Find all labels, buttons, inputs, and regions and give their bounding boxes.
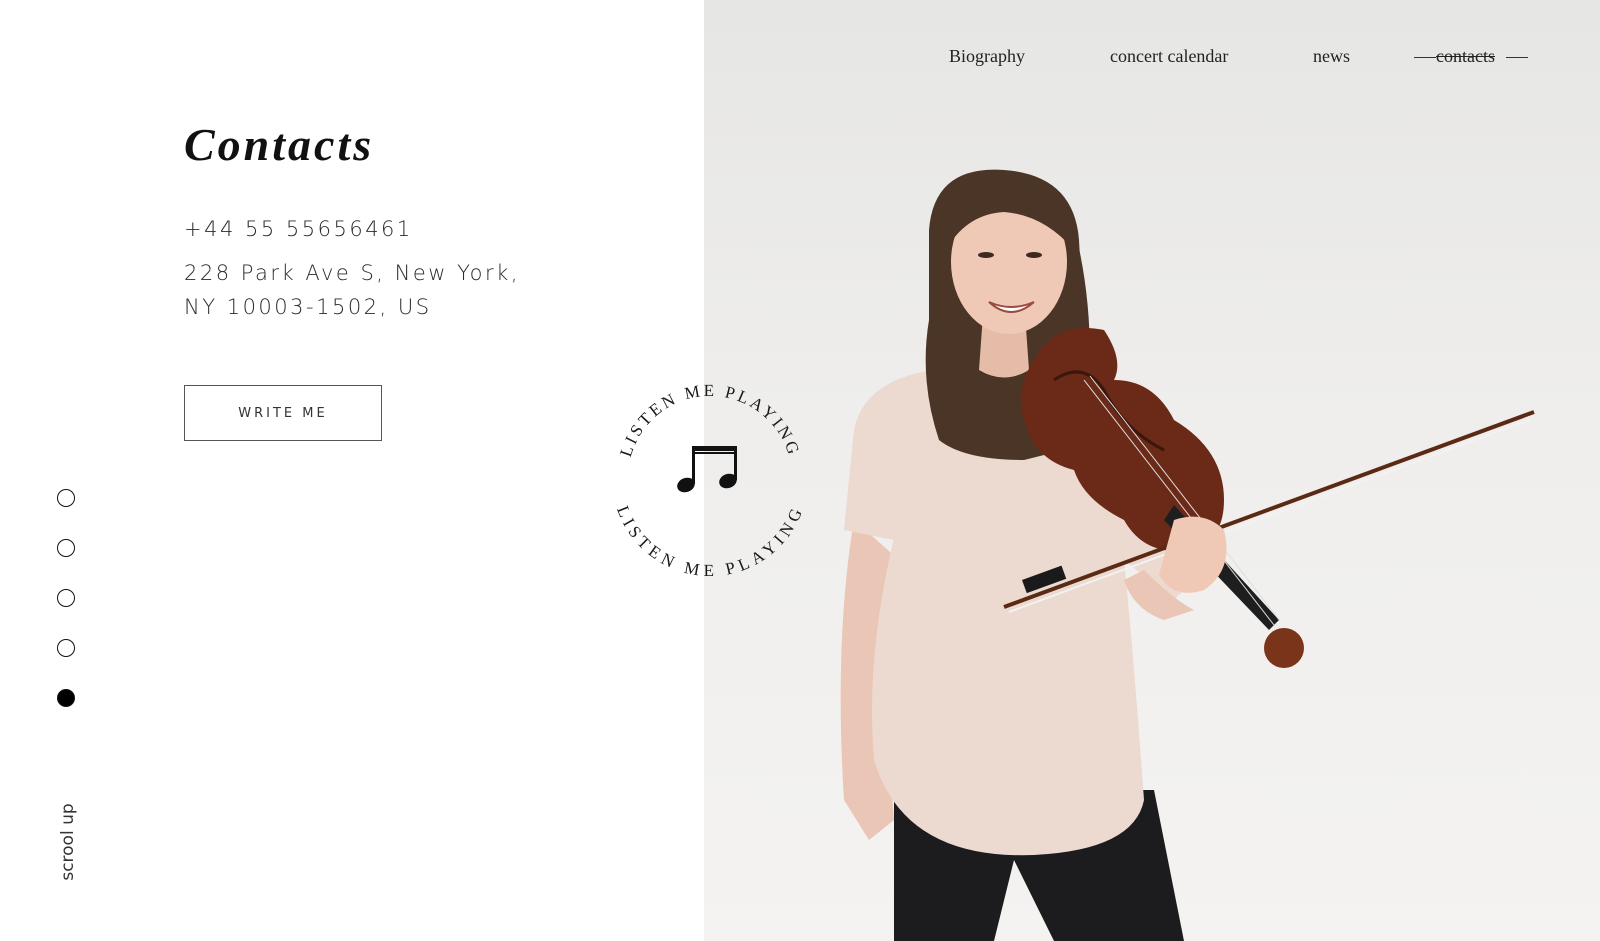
phone-number[interactable]: +44 55 55656461	[184, 217, 413, 241]
pagination-dot-5-active[interactable]	[57, 689, 75, 707]
write-me-button[interactable]: WRITE ME	[184, 385, 382, 441]
scroll-up-link[interactable]: scrool up	[58, 803, 78, 880]
nav-news[interactable]: news	[1313, 46, 1350, 67]
hero-photo: Biography concert calendar news contacts	[704, 0, 1600, 941]
left-panel: Contacts +44 55 55656461 228 Park Ave S,…	[0, 0, 704, 941]
nav-biography[interactable]: Biography	[949, 46, 1025, 67]
listen-me-playing-badge[interactable]: LISTEN ME PLAYING LISTEN ME PLAYING	[610, 378, 810, 578]
pagination-dot-3[interactable]	[57, 589, 75, 607]
page-title: Contacts	[184, 119, 375, 170]
nav-contacts-active[interactable]: contacts	[1436, 46, 1495, 67]
main-nav: Biography concert calendar news contacts	[704, 46, 1600, 70]
address-line-2: NY 10003-1502, US	[184, 295, 432, 319]
active-indicator-line	[1506, 57, 1528, 58]
music-notes-icon	[677, 446, 737, 493]
pagination-dot-1[interactable]	[57, 489, 75, 507]
pagination-dot-2[interactable]	[57, 539, 75, 557]
nav-concert-calendar[interactable]: concert calendar	[1110, 46, 1228, 67]
address-line-1: 228 Park Ave S, New York,	[184, 261, 520, 285]
badge-text-bottom: LISTEN ME PLAYING	[613, 503, 807, 578]
pagination-dot-4[interactable]	[57, 639, 75, 657]
active-indicator-line	[1414, 57, 1436, 58]
violinist-photo	[840, 169, 1535, 941]
